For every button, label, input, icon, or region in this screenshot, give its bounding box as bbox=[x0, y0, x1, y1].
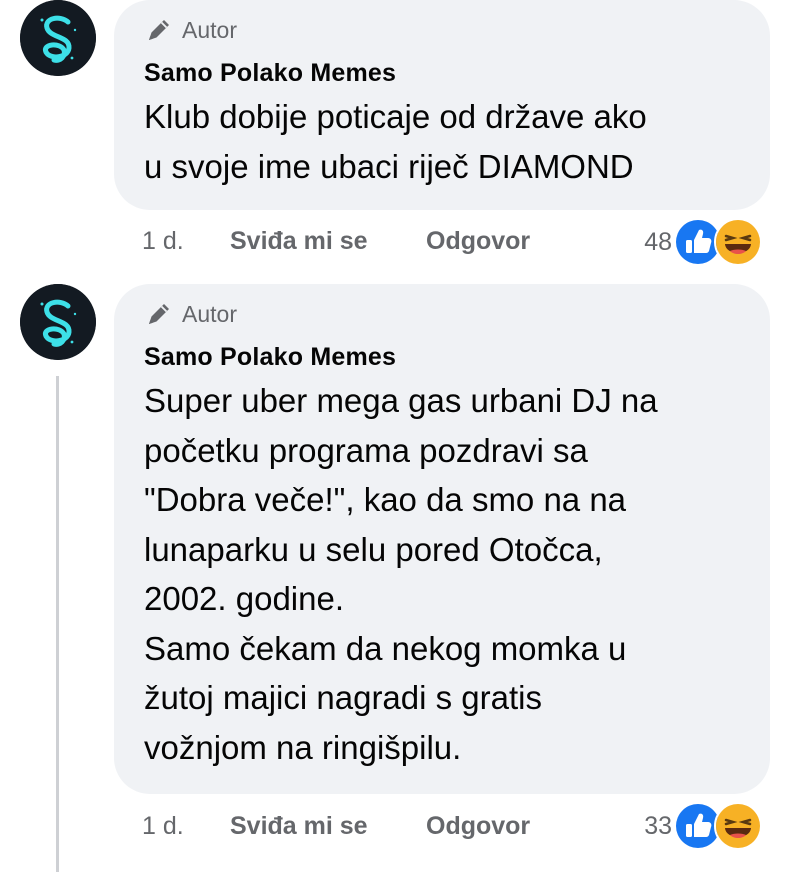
s-logo-icon bbox=[20, 0, 96, 76]
like-button[interactable]: Sviđa mi se bbox=[230, 812, 426, 841]
reply-button[interactable]: Odgovor bbox=[426, 227, 530, 256]
author-badge: Autor bbox=[144, 14, 740, 46]
comment-text: Klub dobije poticaje od države ako u svo… bbox=[144, 98, 647, 185]
comment-bubble: Autor Samo Polako Memes Klub dobije poti… bbox=[114, 0, 770, 210]
author-name[interactable]: Samo Polako Memes bbox=[144, 342, 740, 372]
badge-label: Autor bbox=[182, 16, 237, 43]
thread-line bbox=[56, 376, 59, 872]
author-name[interactable]: Samo Polako Memes bbox=[144, 58, 740, 88]
pen-icon bbox=[149, 304, 169, 324]
laughing-face-icon bbox=[714, 218, 762, 266]
reply-button[interactable]: Odgovor bbox=[426, 812, 530, 841]
avatar[interactable] bbox=[20, 0, 96, 76]
reaction-count: 33 bbox=[644, 811, 672, 840]
avatar[interactable] bbox=[20, 284, 96, 360]
timestamp[interactable]: 1 d. bbox=[142, 812, 230, 841]
comment-actions: 1 d. Sviđa mi se Odgovor bbox=[142, 221, 530, 261]
comment-bubble: Autor Samo Polako Memes Super uber mega … bbox=[114, 284, 770, 794]
author-badge: Autor bbox=[144, 298, 740, 330]
reactions-summary[interactable]: 33 bbox=[644, 802, 762, 850]
reaction-count: 48 bbox=[644, 227, 672, 256]
s-logo-icon bbox=[20, 284, 96, 360]
like-button[interactable]: Sviđa mi se bbox=[230, 227, 426, 256]
pen-icon bbox=[149, 20, 169, 40]
reactions-summary[interactable]: 48 bbox=[644, 218, 762, 266]
comment-actions: 1 d. Sviđa mi se Odgovor bbox=[142, 806, 530, 846]
comment-text: Super uber mega gas urbani DJ na početku… bbox=[144, 382, 658, 766]
laughing-face-icon bbox=[714, 802, 762, 850]
badge-label: Autor bbox=[182, 300, 237, 327]
timestamp[interactable]: 1 d. bbox=[142, 227, 230, 256]
